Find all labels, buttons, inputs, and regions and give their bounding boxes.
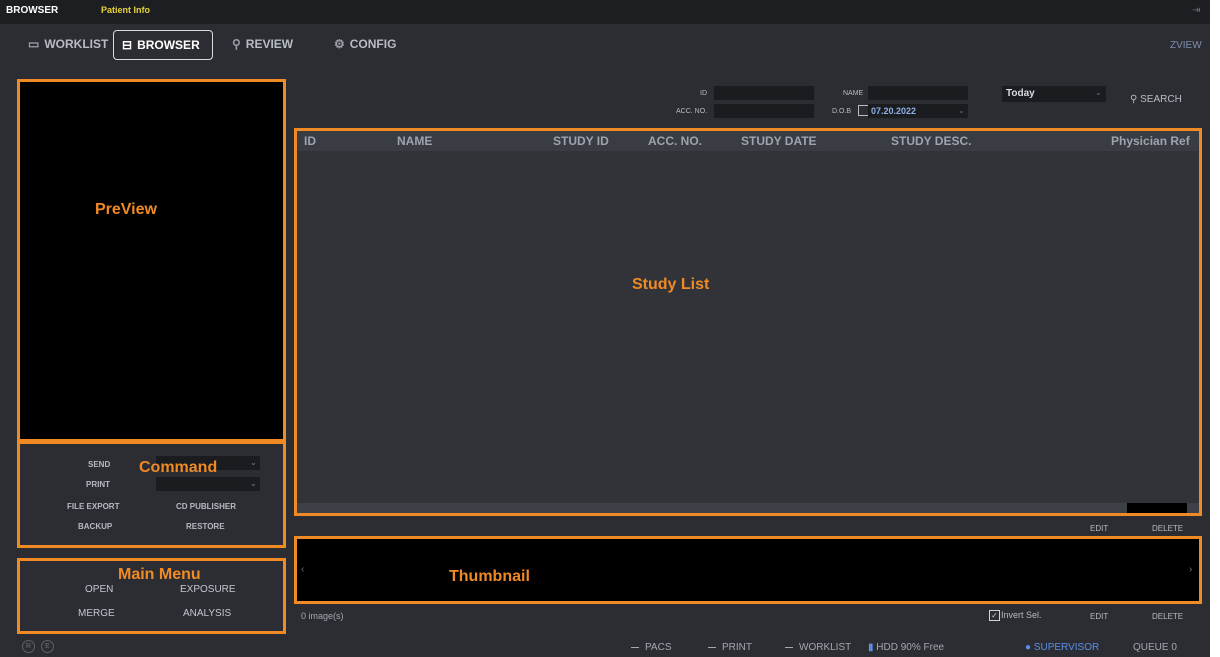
chevron-down-icon: ⌄ xyxy=(1095,88,1102,97)
chevron-right-icon[interactable]: › xyxy=(1189,564,1192,575)
user-icon: ● xyxy=(1025,642,1032,653)
main-menu-annotation: Main Menu xyxy=(118,566,201,583)
open-button[interactable]: OPEN xyxy=(85,584,113,595)
command-annotation: Command xyxy=(139,459,218,476)
title-bar: BROWSER Patient Info ⇥ xyxy=(0,0,1210,24)
tab-browser-label: BROWSER xyxy=(137,38,200,52)
user-status[interactable]: ● SUPERVISOR xyxy=(1025,642,1099,653)
acc-no-input[interactable] xyxy=(714,104,814,118)
send-button[interactable]: SEND xyxy=(88,460,110,469)
chevron-down-icon: ⌄ xyxy=(250,479,257,488)
chevron-down-icon: ⌄ xyxy=(958,106,965,115)
exit-icon[interactable]: ⇥ xyxy=(1192,5,1200,16)
status-dash-icon xyxy=(785,646,793,648)
search-button-label: SEARCH xyxy=(1140,94,1182,105)
tab-review-label: REVIEW xyxy=(245,37,294,51)
restore-button[interactable]: RESTORE xyxy=(186,522,225,531)
print-status-label: PRINT xyxy=(722,642,752,653)
worklist-status: WORKLIST xyxy=(785,642,851,653)
image-count: 0 image(s) xyxy=(301,611,344,621)
chevron-left-icon[interactable]: ‹ xyxy=(301,564,304,575)
date-range-value: Today xyxy=(1006,88,1035,99)
tab-worklist-label: WORKLIST xyxy=(44,37,109,51)
dob-label: D.O.B xyxy=(832,108,852,115)
print-destination-select[interactable]: ⌄ xyxy=(156,477,260,491)
id-label: ID xyxy=(700,90,707,97)
name-input[interactable] xyxy=(868,86,968,100)
app-title: BROWSER xyxy=(6,5,59,16)
database-icon: ▮ xyxy=(868,642,874,653)
study-delete-button[interactable]: DELETE xyxy=(1152,524,1183,533)
status-dash-icon xyxy=(631,646,639,648)
file-export-button[interactable]: FILE EXPORT xyxy=(67,502,119,511)
folder-icon: ▭ xyxy=(28,37,40,51)
invert-selection-checkbox[interactable]: ✓ xyxy=(989,610,1000,621)
exposure-button[interactable]: EXPOSURE xyxy=(180,584,236,595)
window-edge xyxy=(1210,0,1220,657)
thumbnail-annotation: Thumbnail xyxy=(449,568,530,585)
print-status: PRINT xyxy=(708,642,752,653)
dob-select[interactable]: 07.20.2022 ⌄ xyxy=(868,104,968,118)
e-indicator: E xyxy=(41,640,54,653)
hdd-status: ▮ HDD 90% Free xyxy=(868,642,944,653)
status-dash-icon xyxy=(708,646,716,648)
browser-icon: ⊟ xyxy=(122,38,133,52)
gear-icon: ⚙ xyxy=(334,37,345,51)
hdd-status-label: HDD 90% Free xyxy=(876,642,945,653)
merge-button[interactable]: MERGE xyxy=(78,608,115,619)
invert-selection-label: Invert Sel. xyxy=(1001,610,1042,620)
pacs-status-label: PACS xyxy=(645,642,672,653)
backup-button[interactable]: BACKUP xyxy=(78,522,112,531)
study-edit-button[interactable]: EDIT xyxy=(1090,524,1108,533)
preview-panel xyxy=(17,79,286,442)
tab-browser[interactable]: ⊟ BROWSER xyxy=(113,30,213,60)
user-name: SUPERVISOR xyxy=(1033,642,1100,653)
r-indicator: R xyxy=(22,640,35,653)
search-icon: ⚲ xyxy=(1130,94,1138,105)
queue-status: QUEUE 0 xyxy=(1133,642,1177,653)
dob-value: 07.20.2022 xyxy=(871,106,917,116)
preview-annotation: PreView xyxy=(95,201,157,218)
tab-config[interactable]: ⚙ CONFIG xyxy=(334,30,396,58)
thumbnail-edit-button[interactable]: EDIT xyxy=(1090,612,1108,621)
date-range-select[interactable]: Today ⌄ xyxy=(1002,86,1106,102)
pacs-status: PACS xyxy=(631,642,672,653)
search-icon: ⚲ xyxy=(232,37,241,51)
acc-no-label: ACC. NO. xyxy=(676,108,708,115)
name-label: NAME xyxy=(843,90,864,97)
thumbnail-strip[interactable] xyxy=(294,536,1202,604)
chevron-down-icon: ⌄ xyxy=(250,458,257,467)
print-button[interactable]: PRINT xyxy=(86,480,110,489)
brand-logo: ZVIEW xyxy=(1170,40,1202,51)
study-list-annotation: Study List xyxy=(632,276,710,293)
id-input[interactable] xyxy=(714,86,814,100)
tab-review[interactable]: ⚲ REVIEW xyxy=(232,30,293,58)
tab-config-label: CONFIG xyxy=(349,37,397,51)
tab-worklist[interactable]: ▭ WORKLIST xyxy=(28,30,108,58)
patient-info-link[interactable]: Patient Info xyxy=(101,5,150,15)
thumbnail-delete-button[interactable]: DELETE xyxy=(1152,612,1183,621)
worklist-status-label: WORKLIST xyxy=(799,642,852,653)
study-list-highlight xyxy=(294,128,1202,516)
analysis-button[interactable]: ANALYSIS xyxy=(183,608,231,619)
search-button[interactable]: ⚲ SEARCH xyxy=(1130,94,1182,105)
cd-publisher-button[interactable]: CD PUBLISHER xyxy=(176,502,236,511)
